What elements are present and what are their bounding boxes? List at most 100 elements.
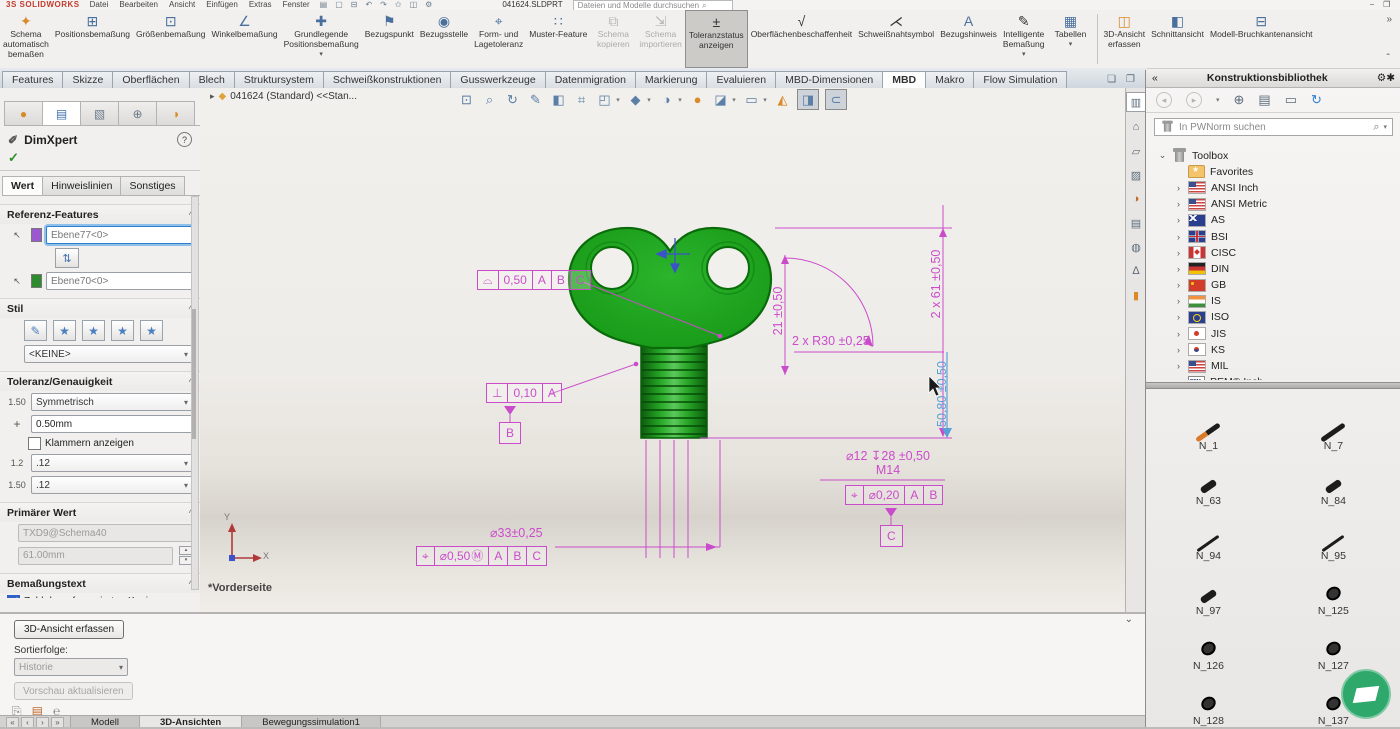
ribbon-button[interactable]: ∷ Muster-Feature bbox=[526, 10, 590, 68]
section-stil[interactable]: Stil ^ bbox=[0, 298, 200, 318]
ribbon-button[interactable]: A Bezugshinweis bbox=[937, 10, 1000, 68]
window-control-icon[interactable]: ❐ bbox=[1383, 0, 1390, 9]
headsup-icon[interactable]: ⌗ bbox=[573, 92, 590, 108]
tree-item[interactable]: › CISC bbox=[1146, 245, 1400, 261]
manager-tab[interactable]: ● bbox=[4, 101, 43, 125]
ribbon-button[interactable]: ± Toleranzstatus anzeigen bbox=[685, 10, 748, 68]
headsup-icon[interactable]: ▾ bbox=[731, 96, 737, 104]
tree-item[interactable]: ⌄ Toolbox bbox=[1146, 147, 1400, 163]
forward-icon[interactable]: ▸ bbox=[1186, 92, 1202, 108]
gear-icon[interactable]: ⚙ bbox=[1377, 72, 1386, 84]
library-part-thumbnail[interactable]: N_84 bbox=[1271, 454, 1396, 509]
quick-access-icon[interactable]: ▢ bbox=[335, 0, 343, 9]
graphics-area[interactable]: ▸ ◆ 041624 (Standard) <<Stan... ⊡ ⌕ ↻ ✎ … bbox=[200, 88, 1125, 612]
quick-access-icon[interactable]: ⚙ bbox=[425, 0, 432, 9]
menu-item[interactable]: Extras bbox=[249, 0, 272, 9]
commandmanager-tab[interactable]: Makro bbox=[925, 71, 974, 88]
tree-item[interactable]: › KS bbox=[1146, 342, 1400, 358]
ribbon-button[interactable]: ◉ Bezugsstelle bbox=[417, 10, 471, 68]
ribbon-button[interactable]: ⌖ Form- und Lagetoleranz bbox=[471, 10, 526, 68]
commandmanager-tab[interactable]: Blech bbox=[189, 71, 235, 88]
headsup-icon[interactable]: ↻ bbox=[504, 92, 521, 108]
library-search-input[interactable]: In PWNorm suchen ⌕ ▾ bbox=[1154, 118, 1393, 136]
expand-icon[interactable]: › bbox=[1174, 312, 1183, 322]
headsup-icon[interactable]: ◧ bbox=[550, 92, 567, 108]
tree-item[interactable]: › ANSI Inch bbox=[1146, 180, 1400, 196]
precision-2-select[interactable]: .12 ▾ bbox=[31, 476, 193, 494]
quick-access-icon[interactable]: ◫ bbox=[410, 0, 418, 9]
back-icon[interactable]: ◂ bbox=[1156, 92, 1172, 108]
dimension-2x61[interactable]: 2 x 61 ±0,50 bbox=[929, 234, 943, 334]
library-part-thumbnail[interactable]: N_126 bbox=[1146, 619, 1271, 674]
sort-order-select[interactable]: Historie ▾ bbox=[14, 658, 128, 676]
chevron-down-icon[interactable]: ▾ bbox=[1216, 96, 1220, 104]
klammern-checkbox[interactable] bbox=[28, 437, 41, 450]
help-icon[interactable]: ? bbox=[177, 132, 192, 147]
headsup-icon[interactable]: ⊡ bbox=[458, 92, 475, 108]
fcf-position-hole[interactable]: ⌖ ⌀0,20 A B bbox=[845, 485, 943, 505]
tree-item[interactable]: › PEM® Inch bbox=[1146, 374, 1400, 380]
library-part-thumbnail[interactable]: N_7 bbox=[1271, 399, 1396, 454]
menu-item[interactable]: Ansicht bbox=[169, 0, 195, 9]
panel-scrollbar[interactable] bbox=[191, 196, 199, 590]
dimension-m14[interactable]: M14 bbox=[828, 463, 948, 477]
tab-scroll-icon[interactable]: › bbox=[36, 717, 49, 728]
section-toleranz[interactable]: Toleranz/Genauigkeit ^ bbox=[0, 371, 200, 391]
expand-icon[interactable]: › bbox=[1174, 199, 1183, 209]
precision-1-select[interactable]: .12 ▾ bbox=[31, 454, 193, 472]
headsup-icon[interactable]: ◪ bbox=[712, 92, 729, 108]
task-pane-tab-icon[interactable]: ∆ bbox=[1127, 262, 1145, 280]
headsup-icon[interactable]: ⊂ bbox=[825, 89, 847, 110]
tree-item[interactable]: › GB bbox=[1146, 277, 1400, 293]
quick-access-icon[interactable]: ↶ bbox=[365, 0, 372, 9]
dimension-r30[interactable]: 2 x R30 ±0,25 bbox=[792, 334, 870, 348]
ribbon-button[interactable]: ▦ Tabellen ▾ bbox=[1048, 10, 1094, 68]
headsup-icon[interactable]: ◆ bbox=[627, 92, 644, 108]
manager-tab[interactable]: ▤ bbox=[42, 101, 81, 125]
task-pane-tab-icon[interactable]: ▱ bbox=[1127, 142, 1145, 160]
library-part-thumbnail[interactable]: N_95 bbox=[1271, 509, 1396, 564]
dimension-50-pending[interactable]: 50,80 ±0,50 bbox=[935, 354, 949, 434]
headsup-icon[interactable]: ▭ bbox=[743, 92, 760, 108]
add-file-location-icon[interactable]: ▤ bbox=[1258, 92, 1270, 108]
add-to-library-icon[interactable]: ⊕ bbox=[1234, 92, 1245, 108]
ribbon-button[interactable]: ◧ Schnittansicht bbox=[1148, 10, 1207, 68]
commandmanager-tab[interactable]: MBD bbox=[882, 71, 926, 88]
tree-item[interactable]: › IS bbox=[1146, 293, 1400, 309]
tree-item[interactable]: › MIL bbox=[1146, 358, 1400, 374]
panel-splitter[interactable] bbox=[1146, 382, 1400, 389]
style-load-button[interactable]: ★ bbox=[140, 320, 163, 341]
commandmanager-tab[interactable]: Flow Simulation bbox=[973, 71, 1067, 88]
viewport-split-icon[interactable]: ❐ bbox=[1126, 74, 1135, 85]
headsup-icon[interactable]: ▾ bbox=[615, 96, 621, 104]
ribbon-button[interactable]: ⧉ Schema kopieren bbox=[590, 10, 636, 68]
tab-wert[interactable]: Wert bbox=[2, 176, 43, 195]
commandmanager-tab[interactable]: Schweißkonstruktionen bbox=[323, 71, 452, 88]
headsup-icon[interactable]: ▾ bbox=[677, 96, 683, 104]
menu-item[interactable]: Datei bbox=[90, 0, 109, 9]
library-part-thumbnail[interactable]: N_97 bbox=[1146, 564, 1271, 619]
refresh-icon[interactable]: ↻ bbox=[1311, 92, 1322, 108]
global-search-input[interactable]: Dateien und Modelle durchsuchen ⌕ bbox=[573, 0, 733, 10]
menu-item[interactable]: Fenster bbox=[283, 0, 310, 9]
style-save-button[interactable]: ★ bbox=[111, 320, 134, 341]
manager-tab[interactable]: ◑ bbox=[156, 101, 195, 125]
commandmanager-tab[interactable]: Datenmigration bbox=[545, 71, 636, 88]
reference-feature-1-field[interactable]: Ebene77<0> bbox=[46, 226, 193, 244]
dimension-d33[interactable]: ⌀33±0,25 bbox=[490, 525, 543, 540]
viewport-split-icon[interactable]: ❏ bbox=[1107, 74, 1116, 85]
section-primaerer-wert[interactable]: Primärer Wert ^ bbox=[0, 502, 200, 522]
tree-item[interactable]: › ANSI Metric bbox=[1146, 196, 1400, 212]
fcf-position-shaft[interactable]: ⌖ ⌀0,50Ⓜ A B C bbox=[416, 546, 547, 566]
expand-icon[interactable]: › bbox=[1174, 183, 1183, 193]
commandmanager-tab[interactable]: Gusswerkzeuge bbox=[450, 71, 545, 88]
feature-tree-flyout[interactable]: ▸ ◆ 041624 (Standard) <<Stan... bbox=[210, 91, 357, 102]
task-pane-tab-icon[interactable]: ◍ bbox=[1127, 238, 1145, 256]
ribbon-button[interactable]: ⋌ Schweißnahtsymbol bbox=[855, 10, 937, 68]
ribbon-button[interactable]: ⇲ Schema importieren bbox=[636, 10, 685, 68]
tree-item[interactable]: › BSI bbox=[1146, 228, 1400, 244]
tree-item[interactable]: › AS bbox=[1146, 212, 1400, 228]
library-part-thumbnail[interactable]: N_125 bbox=[1271, 564, 1396, 619]
update-preview-button[interactable]: Vorschau aktualisieren bbox=[14, 682, 133, 700]
capture-3d-view-button[interactable]: 3D-Ansicht erfassen bbox=[14, 620, 124, 639]
